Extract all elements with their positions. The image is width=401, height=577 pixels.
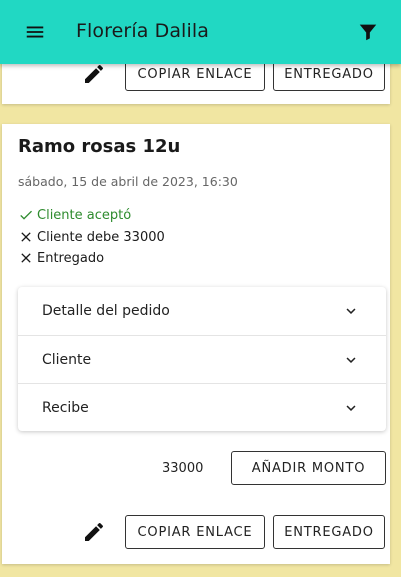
menu-icon[interactable] <box>24 21 46 43</box>
accordion-order-detail[interactable]: Detalle del pedido <box>18 287 386 335</box>
close-icon <box>21 253 31 263</box>
chevron-down-icon <box>342 399 360 417</box>
status-client-owes: Cliente debe 33000 <box>18 229 165 245</box>
delivered-button[interactable]: ENTREGADO <box>273 515 385 549</box>
pencil-icon[interactable] <box>82 62 106 86</box>
accordion-recipient[interactable]: Recibe <box>18 383 386 431</box>
app-title: Florería Dalila <box>76 20 209 42</box>
accordion-label: Detalle del pedido <box>42 303 170 319</box>
status-label: Cliente aceptó <box>37 207 132 223</box>
status-client-accepted: Cliente aceptó <box>18 207 131 223</box>
check-icon <box>20 210 32 220</box>
add-amount-button[interactable]: AÑADIR MONTO <box>231 451 386 485</box>
accordion-label: Cliente <box>42 351 92 368</box>
status-label: Entregado <box>37 250 105 266</box>
order-amount: 33000 <box>162 461 204 476</box>
status-label: Cliente debe 33000 <box>37 229 165 245</box>
chevron-down-icon <box>342 351 360 369</box>
copy-link-button[interactable]: COPIAR ENLACE <box>125 515 265 549</box>
accordion-client[interactable]: Cliente <box>18 335 386 383</box>
app-bar: Florería Dalila <box>0 0 401 64</box>
order-accordion: Detalle del pedido Cliente Recibe <box>18 287 386 431</box>
status-delivered: Entregado <box>18 250 104 266</box>
order-card: Ramo rosas 12u sábado, 15 de abril de 20… <box>2 124 390 564</box>
accordion-label: Recibe <box>42 399 89 416</box>
pencil-icon[interactable] <box>82 520 106 544</box>
close-icon <box>21 232 31 242</box>
chevron-down-icon <box>342 302 360 320</box>
order-date: sábado, 15 de abril de 2023, 16:30 <box>18 174 238 189</box>
order-title: Ramo rosas 12u <box>18 136 181 157</box>
filter-icon[interactable] <box>357 21 379 43</box>
